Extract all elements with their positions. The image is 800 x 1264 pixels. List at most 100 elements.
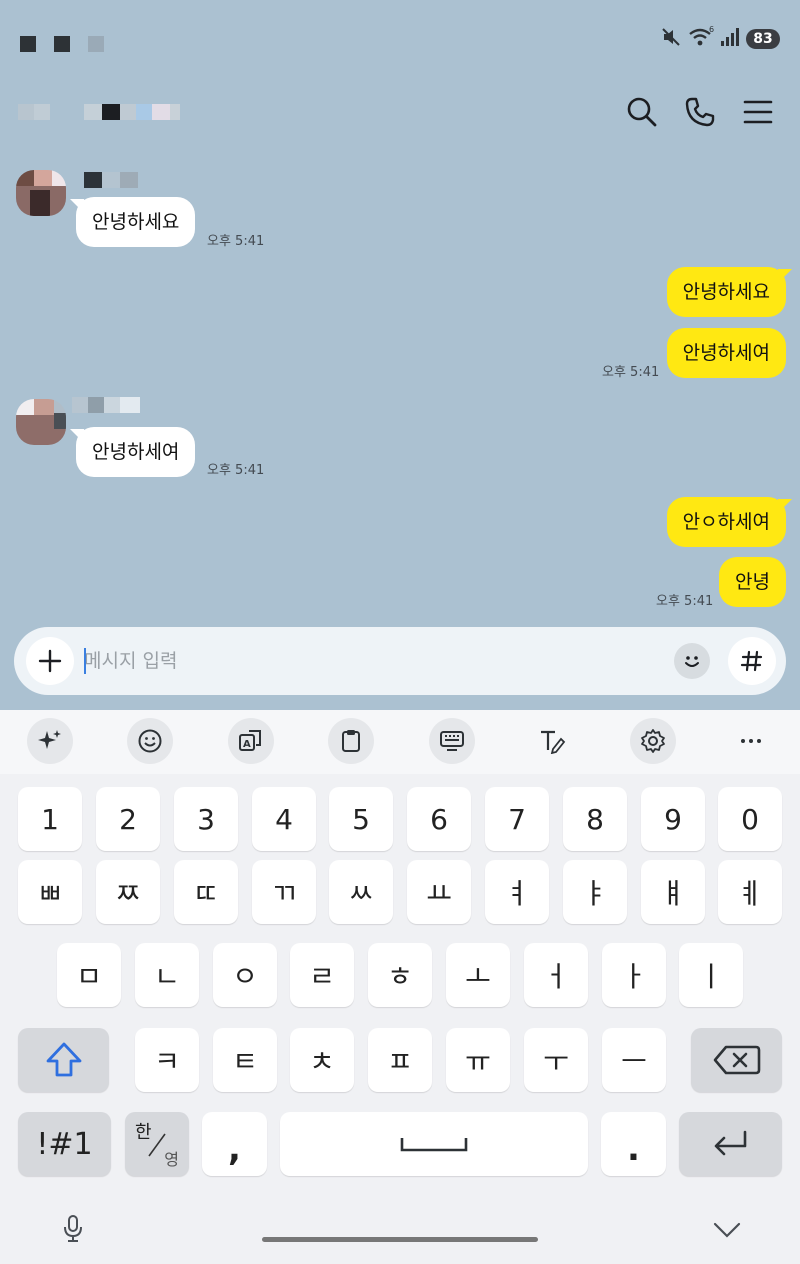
key-ssang-giyeok[interactable]: ㄲ [252, 860, 316, 924]
home-indicator[interactable] [262, 1237, 538, 1242]
keyboard-toolbar: A [0, 710, 800, 774]
language-toggle-key[interactable]: 한 영 [125, 1112, 189, 1176]
message-bubble-incoming[interactable]: 안녕하세여 [76, 427, 196, 477]
key-0[interactable]: 0 [718, 787, 782, 851]
keyboard-mode-icon[interactable] [429, 718, 475, 764]
key-eo[interactable]: ㅓ [524, 943, 588, 1007]
key-ieung[interactable]: ㅇ [213, 943, 277, 1007]
key-eu[interactable]: ㅡ [602, 1028, 666, 1092]
search-icon[interactable] [624, 94, 660, 130]
smile-icon [685, 656, 699, 667]
key-i[interactable]: ㅣ [679, 943, 743, 1007]
hashtag-button[interactable] [728, 637, 776, 685]
phone-icon[interactable] [682, 94, 718, 130]
key-5[interactable]: 5 [329, 787, 393, 851]
key-ssang-siot[interactable]: ㅆ [329, 860, 393, 924]
key-9[interactable]: 9 [641, 787, 705, 851]
message-input[interactable] [84, 641, 644, 681]
key-nieun[interactable]: ㄴ [135, 943, 199, 1007]
settings-icon[interactable] [630, 718, 676, 764]
sender-name-blurred [72, 397, 140, 413]
message-time: 오후 5:41 [207, 234, 265, 249]
svg-text:6: 6 [709, 26, 714, 34]
key-ssang-jieut[interactable]: ㅉ [96, 860, 160, 924]
key-1[interactable]: 1 [18, 787, 82, 851]
key-hieut[interactable]: ㅎ [368, 943, 432, 1007]
chat-title-blurred [18, 104, 188, 122]
key-yeo[interactable]: ㅕ [485, 860, 549, 924]
key-tieut[interactable]: ㅌ [213, 1028, 277, 1092]
slash-divider [148, 1133, 166, 1157]
key-yo[interactable]: ㅛ [407, 860, 471, 924]
hide-keyboard-chevron-icon[interactable] [712, 1220, 742, 1244]
wifi-icon: 6 [688, 25, 714, 52]
text-cursor [84, 648, 86, 674]
enter-key[interactable] [679, 1112, 782, 1176]
status-bar: 6 83 [0, 0, 800, 80]
shift-arrow-icon [46, 1042, 81, 1077]
keyboard-bottom-bar [0, 1196, 800, 1264]
plus-icon [38, 649, 62, 673]
key-a[interactable]: ㅏ [602, 943, 666, 1007]
key-ya[interactable]: ㅑ [563, 860, 627, 924]
key-7[interactable]: 7 [485, 787, 549, 851]
key-chieut[interactable]: ㅊ [290, 1028, 354, 1092]
message-bubble-incoming[interactable]: 안녕하세요 [76, 197, 196, 247]
pixelated-notification-icons [20, 36, 110, 54]
avatar[interactable] [16, 399, 66, 445]
key-3[interactable]: 3 [174, 787, 238, 851]
translate-icon[interactable]: A [228, 718, 274, 764]
key-2[interactable]: 2 [96, 787, 160, 851]
microphone-icon[interactable] [61, 1214, 85, 1248]
backspace-icon [713, 1045, 760, 1075]
message-bubble-outgoing[interactable]: 안녕하세여 [666, 328, 786, 378]
key-pieup[interactable]: ㅍ [368, 1028, 432, 1092]
message-time: 오후 5:41 [656, 594, 714, 609]
backspace-key[interactable] [691, 1028, 782, 1092]
message-time: 오후 5:41 [207, 463, 265, 478]
signal-icon [720, 27, 740, 51]
status-icons: 6 83 [660, 25, 780, 52]
clipboard-icon[interactable] [328, 718, 374, 764]
key-o[interactable]: ㅗ [446, 943, 510, 1007]
symbols-key[interactable]: !#1 [18, 1112, 111, 1176]
key-8[interactable]: 8 [563, 787, 627, 851]
key-mieum[interactable]: ㅁ [57, 943, 121, 1007]
shift-key[interactable] [18, 1028, 109, 1092]
chat-header [0, 80, 800, 144]
message-time: 오후 5:41 [602, 365, 660, 380]
comma-key[interactable]: , [202, 1112, 267, 1176]
battery-icon: 83 [746, 29, 780, 49]
menu-icon[interactable] [740, 94, 776, 130]
period-key[interactable]: . [601, 1112, 666, 1176]
message-bubble-outgoing[interactable]: 안녕 [719, 557, 786, 607]
key-ssang-digeut[interactable]: ㄸ [174, 860, 238, 924]
message-input-bar [14, 627, 786, 695]
key-ye[interactable]: ㅖ [718, 860, 782, 924]
key-u[interactable]: ㅜ [524, 1028, 588, 1092]
text-edit-icon[interactable] [529, 718, 575, 764]
key-ssang-bieup[interactable]: ㅃ [18, 860, 82, 924]
message-bubble-outgoing[interactable]: 안ㅇ하세여 [666, 497, 786, 547]
space-key[interactable] [280, 1112, 588, 1176]
key-6[interactable]: 6 [407, 787, 471, 851]
key-4[interactable]: 4 [252, 787, 316, 851]
key-rieul[interactable]: ㄹ [290, 943, 354, 1007]
ai-sparkle-icon[interactable] [27, 718, 73, 764]
attach-plus-button[interactable] [26, 637, 74, 685]
sender-name-blurred [84, 172, 138, 188]
battery-level: 83 [753, 31, 773, 47]
emoji-icon[interactable] [127, 718, 173, 764]
message-bubble-outgoing[interactable]: 안녕하세요 [666, 267, 786, 317]
emoticon-button[interactable] [674, 643, 710, 679]
key-yu[interactable]: ㅠ [446, 1028, 510, 1092]
key-kieuk[interactable]: ㅋ [135, 1028, 199, 1092]
hashtag-icon [740, 650, 763, 672]
space-icon [400, 1138, 468, 1152]
enter-icon [714, 1130, 746, 1156]
more-icon[interactable] [728, 718, 774, 764]
mute-icon [660, 26, 682, 52]
svg-text:A: A [243, 739, 251, 750]
key-yae[interactable]: ㅒ [641, 860, 705, 924]
avatar[interactable] [16, 170, 66, 216]
